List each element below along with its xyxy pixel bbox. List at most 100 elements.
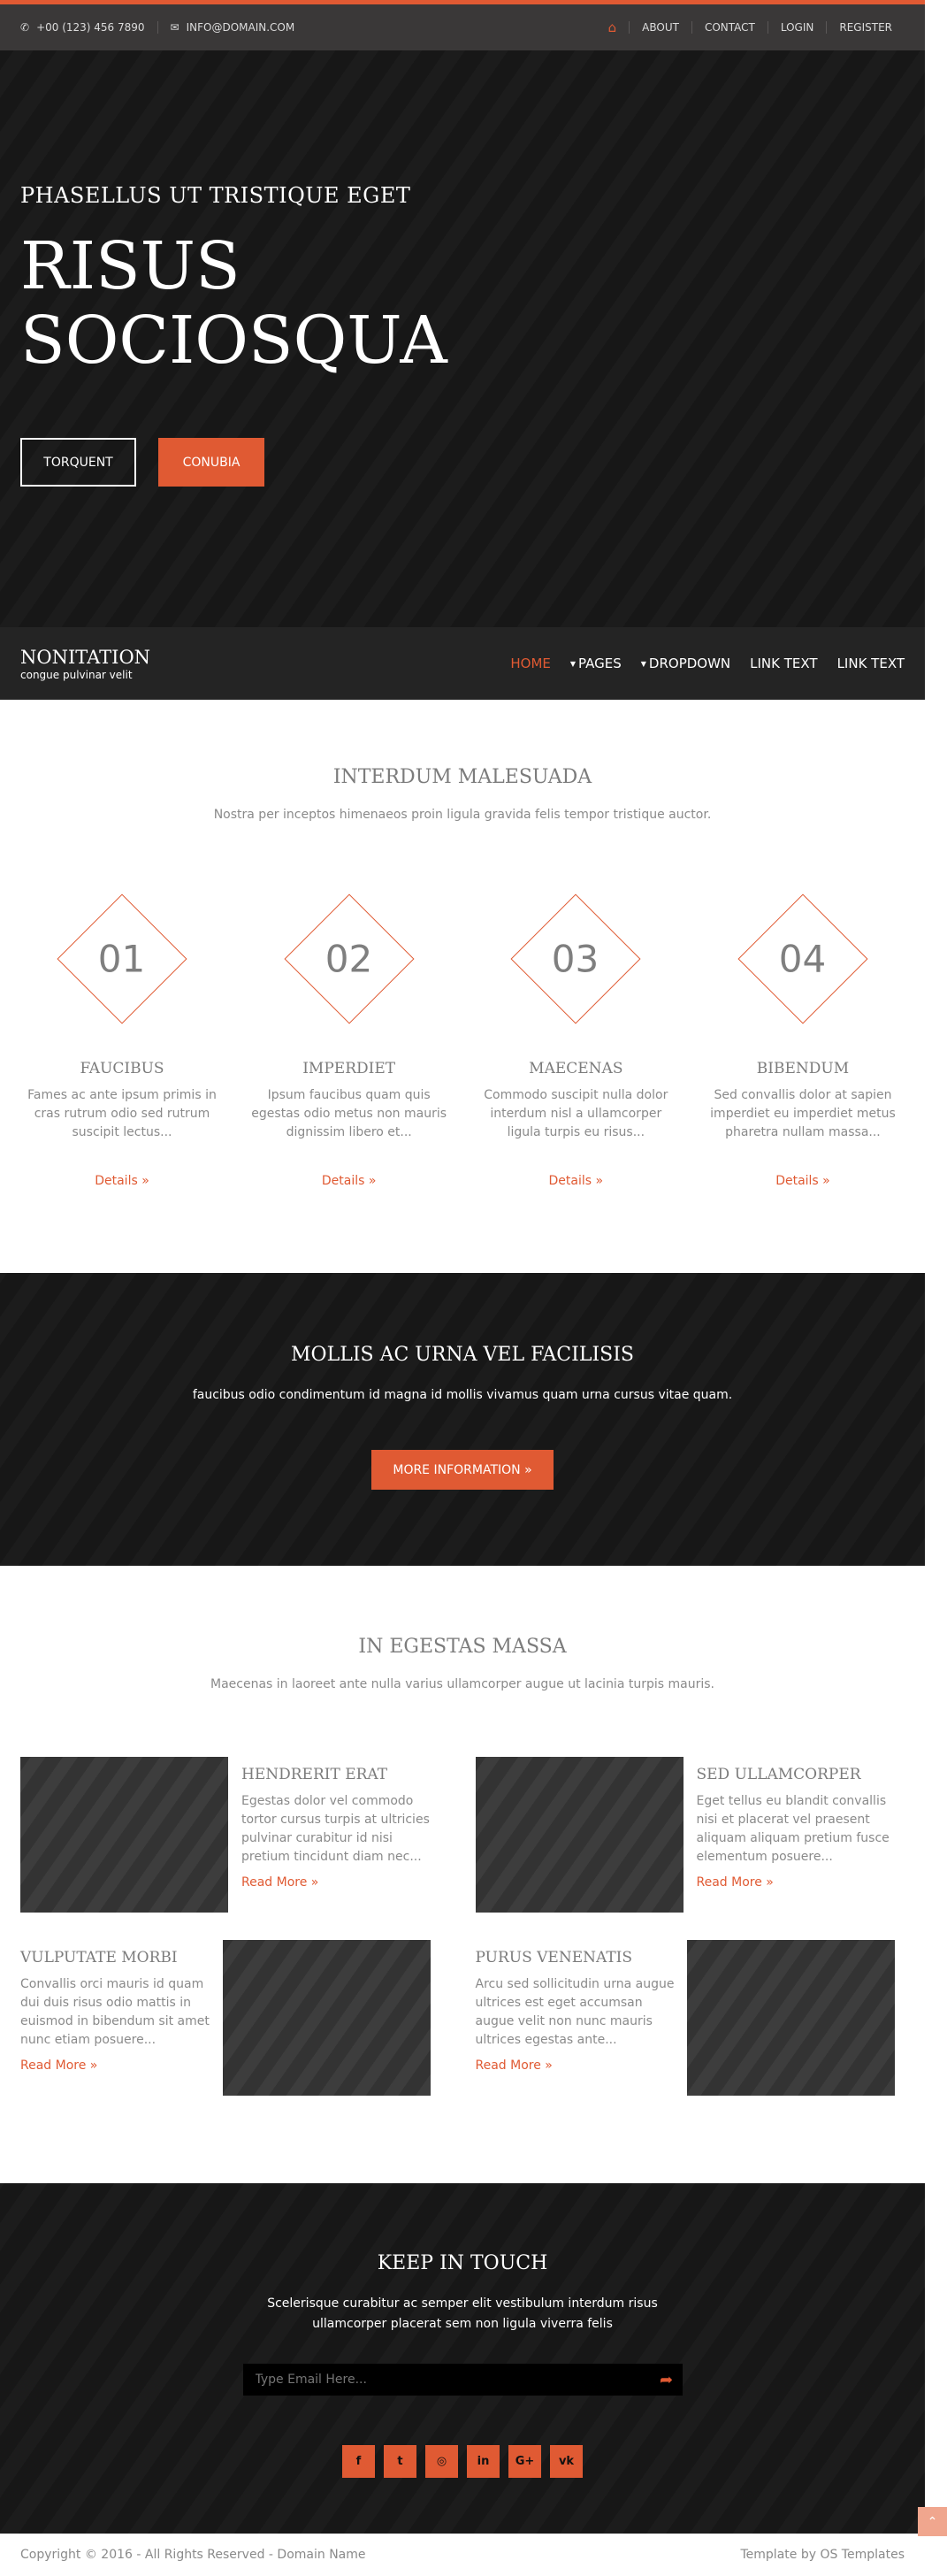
newsletter-text: Scelerisque curabitur ac semper elit ves… xyxy=(267,2296,658,2331)
brand[interactable]: NONITATION congue pulvinar velit xyxy=(20,647,150,681)
read-more-link[interactable]: Read More » xyxy=(20,2058,97,2073)
vk-icon[interactable]: vk xyxy=(550,2445,583,2478)
read-more-link[interactable]: Read More » xyxy=(476,2058,553,2073)
newsletter-title: KEEP IN TOUCH xyxy=(377,2252,548,2274)
google-plus-icon[interactable]: G+ xyxy=(508,2445,541,2478)
feature-item: 01 FAUCIBUS Fames ac ante ipsum primis i… xyxy=(20,893,224,1188)
features-subtitle: Nostra per inceptos himenaeos proin ligu… xyxy=(213,808,712,822)
nav-link-text-1[interactable]: LINK TEXT xyxy=(750,656,817,671)
top-link-register[interactable]: REGISTER xyxy=(826,21,905,34)
newsletter-section: KEEP IN TOUCH Scelerisque curabitur ac s… xyxy=(0,2183,925,2534)
footer: Copyright © 2016 - All Rights Reserved -… xyxy=(0,2534,925,2576)
image-placeholder xyxy=(687,1940,896,2096)
hero-title: RISUS SOCIOSQUA xyxy=(20,229,905,378)
linkedin-icon[interactable]: in xyxy=(467,2445,500,2478)
hero-title-line2: SOCIOSQUA xyxy=(20,303,447,379)
dribbble-icon[interactable]: ◎ xyxy=(425,2445,458,2478)
service-title: VULPUTATE MORBI xyxy=(20,1949,178,1966)
service-item: SED ULLAMCORPER Eget tellus eu blandit c… xyxy=(475,1757,905,1913)
cta-section: MOLLIS AC URNA VEL FACILISIS faucibus od… xyxy=(0,1273,925,1566)
service-title: HENDRERIT ERAT xyxy=(241,1766,388,1783)
conubia-button[interactable]: CONUBIA xyxy=(158,438,264,487)
email-input[interactable] xyxy=(242,2364,651,2396)
service-item: HENDRERIT ERAT Egestas dolor vel commodo… xyxy=(20,1757,450,1913)
copyright-text: Copyright © 2016 - All Rights Reserved -… xyxy=(20,2548,366,2562)
service-text: Egestas dolor vel commodo tortor cursus t… xyxy=(241,1794,430,1864)
credit-link[interactable]: Template by OS Templates xyxy=(741,2548,905,2562)
feature-text: Sed convallis dolor at sapien imperdiet e… xyxy=(710,1088,896,1139)
envelope-icon: ✉ xyxy=(170,21,179,34)
number-diamond: 04 xyxy=(737,893,868,1024)
details-link[interactable]: Details » xyxy=(549,1174,604,1188)
hero: PHASELLUS UT TRISTIQUE EGET RISUS SOCIOS… xyxy=(0,50,925,627)
feature-title: IMPERDIET xyxy=(302,1060,396,1077)
feature-item: 03 MAECENAS Commodo suscipit nulla dolor… xyxy=(474,893,677,1188)
nav-pages-label: PAGES xyxy=(578,656,622,671)
features-section: INTERDUM MALESUADA Nostra per inceptos h… xyxy=(0,700,925,1273)
details-link[interactable]: Details » xyxy=(775,1174,830,1188)
nav-dropdown[interactable]: ▼ DROPDOWN xyxy=(641,656,730,671)
brand-name: NONITATION xyxy=(20,646,151,668)
hero-subtitle: PHASELLUS UT TRISTIQUE EGET xyxy=(20,183,411,208)
feature-text: Commodo suscipit nulla dolor interdum nis… xyxy=(484,1088,668,1139)
top-link-about[interactable]: ABOUT xyxy=(629,21,691,34)
image-placeholder xyxy=(20,1757,228,1913)
nav-home[interactable]: HOME xyxy=(510,656,551,671)
torquent-button[interactable]: TORQUENT xyxy=(20,438,136,487)
service-item: VULPUTATE MORBI Convallis orci mauris id… xyxy=(20,1940,450,2096)
top-link-contact[interactable]: CONTACT xyxy=(691,21,768,34)
feature-number: 01 xyxy=(98,937,146,981)
top-bar: ✆ +00 (123) 456 7890 ✉ INFO@DOMAIN.COM ⌂… xyxy=(0,4,925,50)
top-link-login[interactable]: LOGIN xyxy=(767,21,827,34)
features-title: INTERDUM MALESUADA xyxy=(332,766,592,788)
social-links: f t ◎ in G+ vk xyxy=(0,2445,925,2478)
nav-dropdown-label: DROPDOWN xyxy=(648,656,731,671)
service-text: Eget tellus eu blandit convallis nisi et … xyxy=(696,1794,890,1864)
feature-number: 03 xyxy=(552,937,600,981)
facebook-icon[interactable]: f xyxy=(342,2445,375,2478)
cta-text: faucibus odio condimentum id magna id mo… xyxy=(192,1388,733,1402)
hero-title-line1: RISUS xyxy=(20,228,241,304)
service-item: PURUS VENENATIS Arcu sed sollicitudin ur… xyxy=(476,1940,905,2096)
feature-text: Fames ac ante ipsum primis in cras rutrum… xyxy=(27,1088,217,1139)
send-icon[interactable]: ➦ xyxy=(651,2371,683,2389)
email-text: INFO@DOMAIN.COM xyxy=(186,21,295,34)
details-link[interactable]: Details » xyxy=(322,1174,377,1188)
home-icon[interactable]: ⌂ xyxy=(596,19,630,35)
feature-title: BIBENDUM xyxy=(756,1060,850,1077)
caret-down-icon: ▼ xyxy=(640,660,646,668)
feature-item: 04 BIBENDUM Sed convallis dolor at sapie… xyxy=(701,893,905,1188)
image-placeholder xyxy=(222,1940,431,2096)
twitter-icon[interactable]: t xyxy=(384,2445,416,2478)
more-information-button[interactable]: MORE INFORMATION » xyxy=(371,1450,554,1490)
cta-title: MOLLIS AC URNA VEL FACILISIS xyxy=(291,1344,634,1366)
feature-item: 02 IMPERDIET Ipsum faucibus quam quis ege… xyxy=(248,893,451,1188)
services-section: IN EGESTAS MASSA Maecenas in laoreet ant… xyxy=(0,1566,925,2183)
phone-icon: ✆ xyxy=(20,21,30,34)
nav-pages[interactable]: ▼ PAGES xyxy=(570,656,622,671)
feature-title: FAUCIBUS xyxy=(80,1060,164,1077)
contact-email: ✉ INFO@DOMAIN.COM xyxy=(157,21,295,34)
page: ✆ +00 (123) 456 7890 ✉ INFO@DOMAIN.COM ⌂… xyxy=(0,0,925,2576)
service-title: SED ULLAMCORPER xyxy=(696,1766,861,1783)
read-more-link[interactable]: Read More » xyxy=(697,1875,774,1890)
feature-text: Ipsum faucibus quam quis egestas odio met… xyxy=(251,1088,447,1139)
number-diamond: 02 xyxy=(284,893,415,1024)
read-more-link[interactable]: Read More » xyxy=(241,1875,318,1890)
contact-phone: ✆ +00 (123) 456 7890 xyxy=(20,21,145,34)
back-to-top-icon[interactable]: ⌃ xyxy=(918,2507,947,2536)
brand-tagline: congue pulvinar velit xyxy=(20,668,133,681)
feature-title: MAECENAS xyxy=(529,1060,623,1077)
service-text: Arcu sed sollicitudin urna augue ultrices… xyxy=(475,1977,675,2047)
feature-number: 02 xyxy=(325,937,373,981)
number-diamond: 01 xyxy=(57,893,187,1024)
services-subtitle: Maecenas in laoreet ante nulla varius ul… xyxy=(210,1677,714,1691)
details-link[interactable]: Details » xyxy=(95,1174,149,1188)
main-navbar: NONITATION congue pulvinar velit HOME ▼ P… xyxy=(0,627,925,700)
nav-link-text-2[interactable]: LINK TEXT xyxy=(837,656,905,671)
email-form: ➦ xyxy=(242,2364,683,2396)
feature-number: 04 xyxy=(779,937,827,981)
service-title: PURUS VENENATIS xyxy=(475,1949,633,1966)
caret-down-icon: ▼ xyxy=(569,660,577,668)
services-title: IN EGESTAS MASSA xyxy=(358,1636,567,1658)
